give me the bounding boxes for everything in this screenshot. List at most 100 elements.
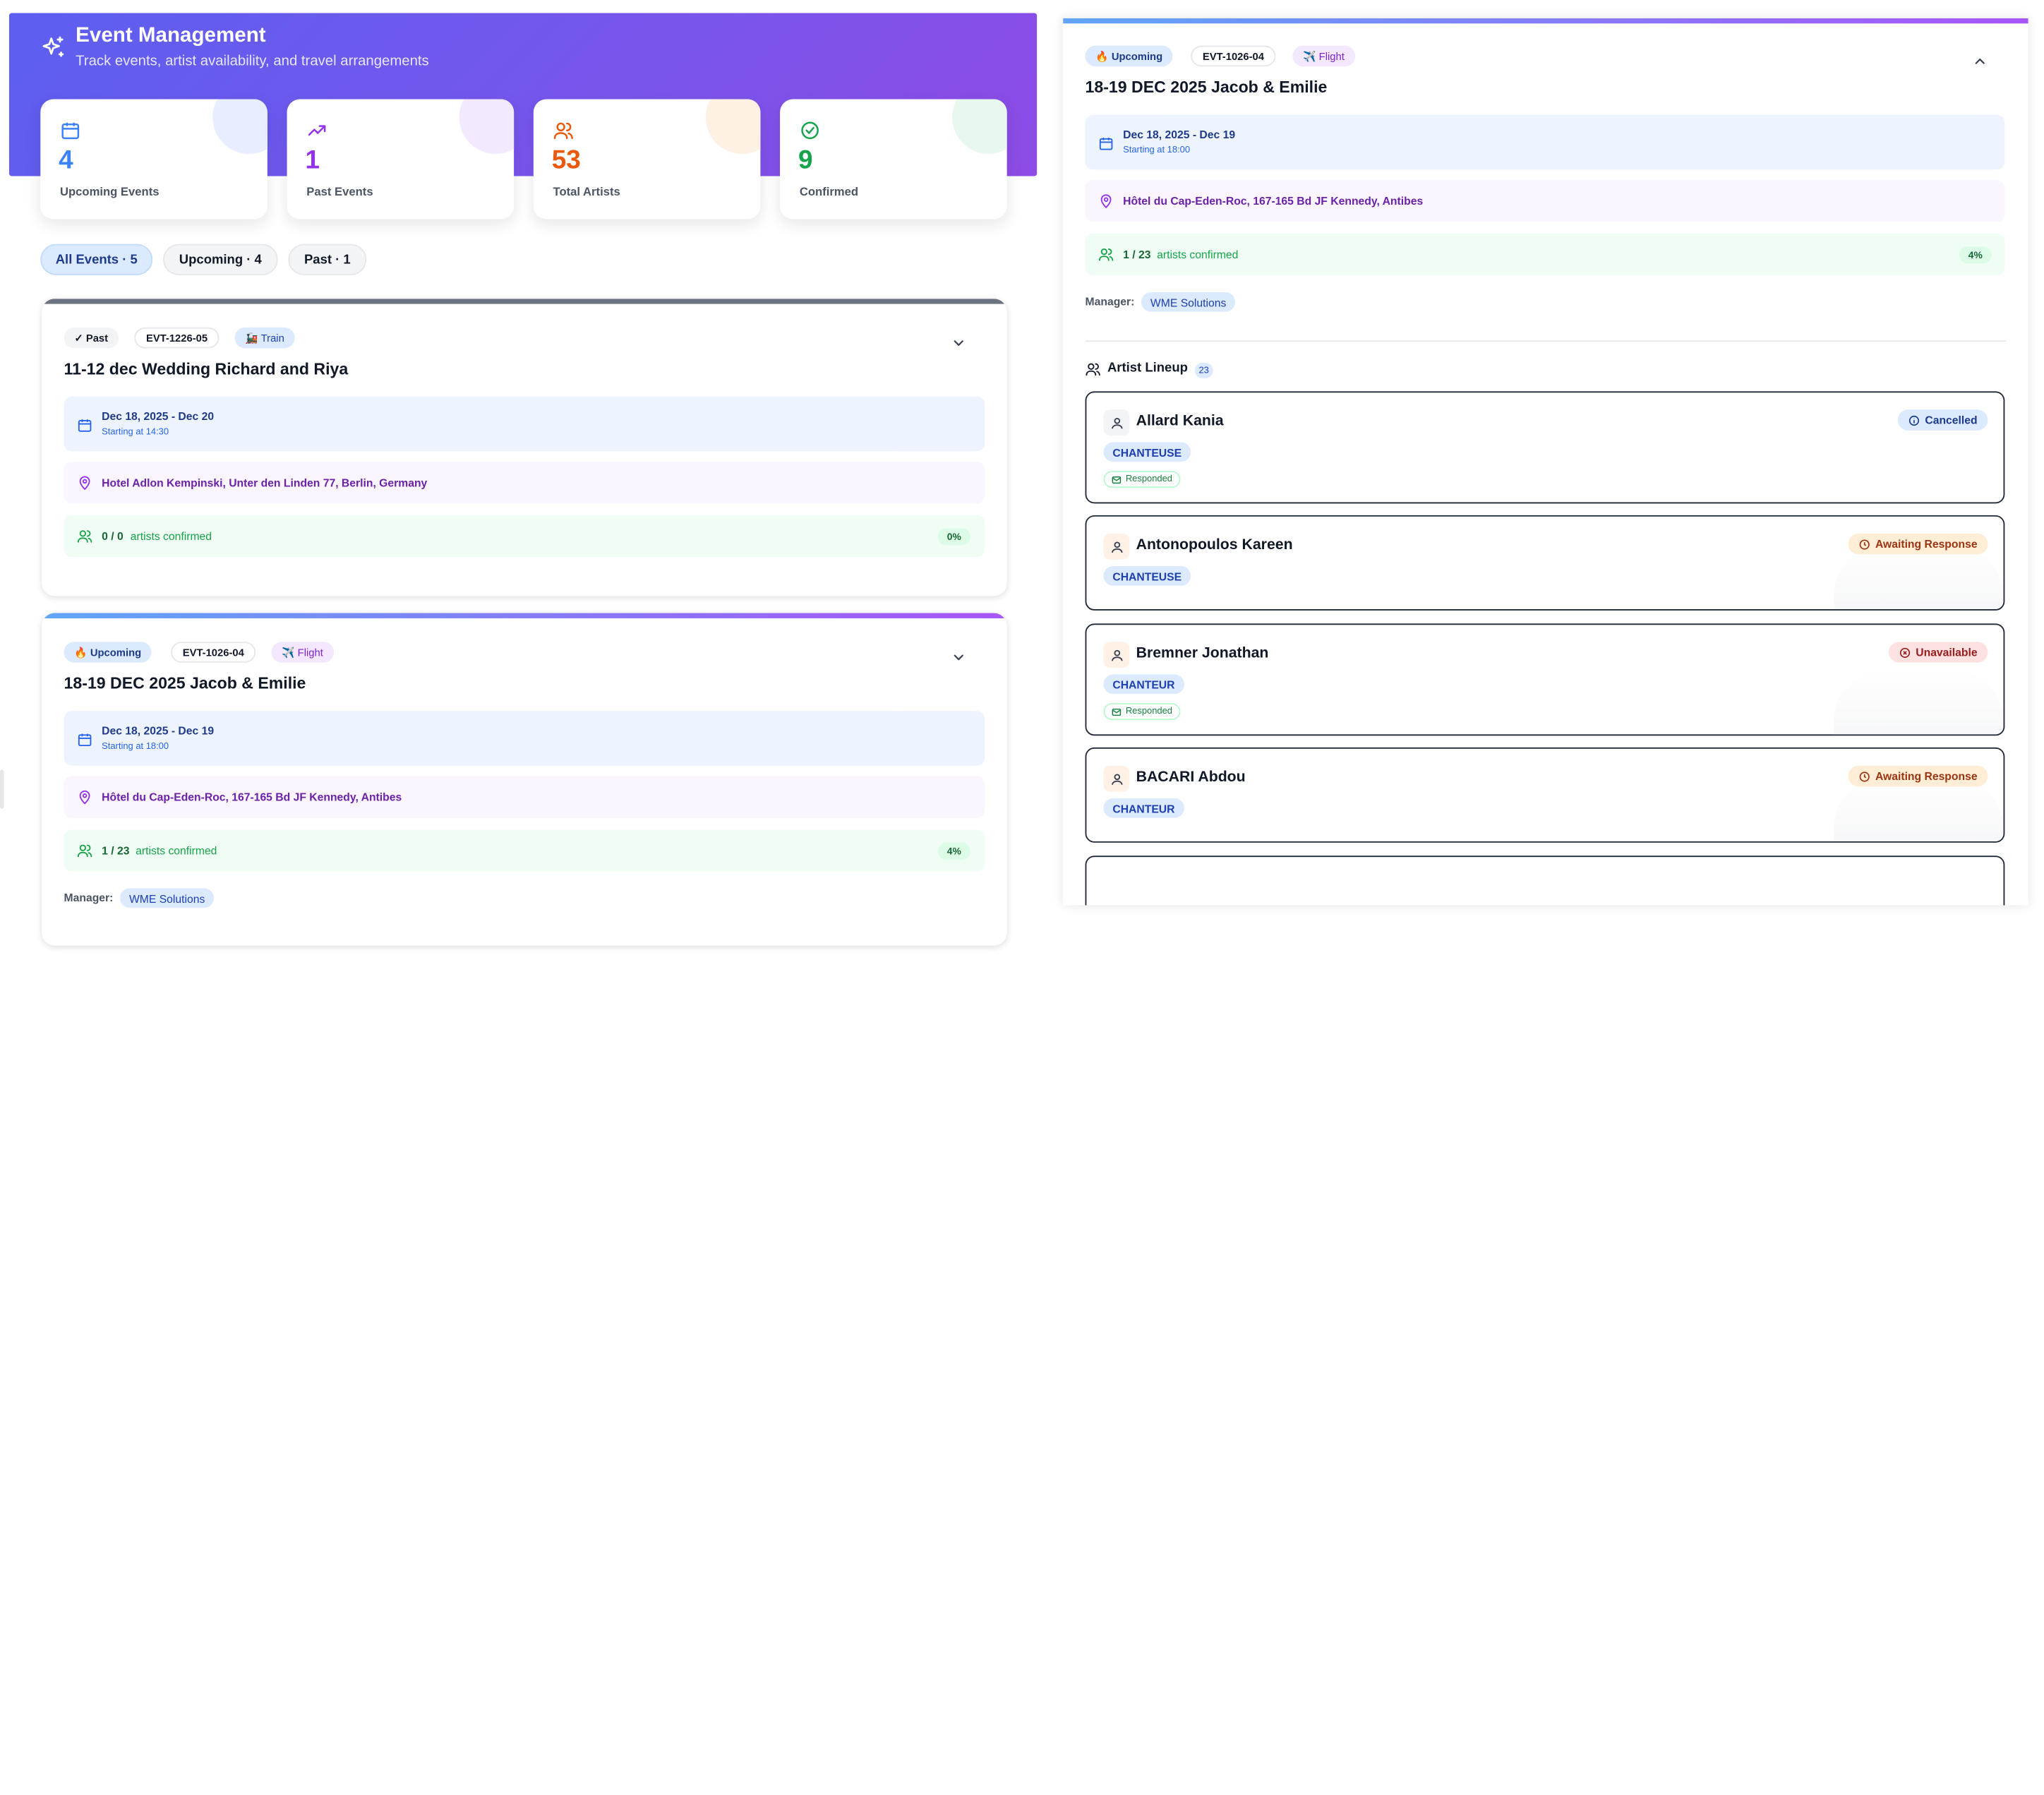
lineup-count-badge: 23 <box>1194 362 1213 378</box>
manager-chip[interactable]: WME Solutions <box>1141 292 1236 312</box>
decorative-circle <box>705 99 761 155</box>
date-row: Dec 18, 2025 - Dec 19 Starting at 18:00 <box>1085 114 2005 170</box>
event-title: 18-19 DEC 2025 Jacob & Emilie <box>1085 78 1328 97</box>
chevron-down-icon[interactable] <box>951 335 966 351</box>
filter-upcoming[interactable]: Upcoming · 4 <box>163 244 278 275</box>
status-badge-awaiting: Awaiting Response <box>1848 533 1988 555</box>
start-time: Starting at 18:00 <box>102 742 169 752</box>
artists-count: 0 / 0 <box>102 529 124 543</box>
artist-name: Bremner Jonathan <box>1136 645 1269 661</box>
filter-past[interactable]: Past · 1 <box>288 244 367 275</box>
calendar-icon <box>78 419 92 432</box>
event-code-badge: EVT-1226-05 <box>134 327 220 349</box>
role-badge: CHANTEUR <box>1103 798 1184 818</box>
section-divider <box>1085 340 2007 342</box>
card-accent-bar <box>42 613 1007 618</box>
location-text: Hotel Adlon Kempinski, Unter den Linden … <box>102 476 428 489</box>
stat-label: Upcoming Events <box>60 185 160 198</box>
artist-card-partial[interactable] <box>1085 856 2005 906</box>
user-icon <box>1111 541 1122 553</box>
responded-label: Responded <box>1125 474 1173 484</box>
page-title: Event Management <box>76 25 266 47</box>
map-pin-icon <box>1100 194 1112 209</box>
clock-icon <box>1859 771 1870 781</box>
responded-badge: Responded <box>1103 471 1181 488</box>
date-row: Dec 18, 2025 - Dec 19 Starting at 18:00 <box>64 711 985 766</box>
percent-badge: 4% <box>1959 246 1992 264</box>
artists-count: 1 / 23 <box>102 844 130 858</box>
status-badge: 🔥 Upcoming <box>1085 45 1173 67</box>
location-text: Hôtel du Cap-Eden-Roc, 167-165 Bd JF Ken… <box>1123 194 1424 208</box>
artist-card[interactable]: Antonopoulos Kareen CHANTEUSE Awaiting R… <box>1085 515 2005 611</box>
manager-chip[interactable]: WME Solutions <box>120 888 215 908</box>
stat-value: 1 <box>305 145 320 175</box>
trending-up-icon <box>308 125 326 136</box>
event-card-upcoming[interactable]: 🔥 Upcoming EVT-1026-04 ✈️ Flight 18-19 D… <box>42 613 1007 946</box>
status-label: Awaiting Response <box>1875 769 1978 783</box>
card-accent-bar <box>42 299 1007 304</box>
mail-icon <box>1112 708 1122 716</box>
location-row: Hotel Adlon Kempinski, Unter den Linden … <box>64 462 985 504</box>
status-label: Awaiting Response <box>1875 537 1978 551</box>
artists-count: 1 / 23 <box>1123 248 1151 261</box>
event-title: 18-19 DEC 2025 Jacob & Emilie <box>64 674 306 693</box>
page-subtitle: Track events, artist availability, and t… <box>76 53 429 69</box>
start-time: Starting at 14:30 <box>102 428 169 438</box>
artist-card[interactable]: Allard Kania CHANTEUSE Responded Cancell… <box>1085 391 2005 504</box>
filter-all-events[interactable]: All Events · 5 <box>40 244 153 275</box>
event-title: 11-12 dec Wedding Richard and Riya <box>64 360 349 378</box>
responded-badge: Responded <box>1103 703 1181 721</box>
decorative-shape <box>1834 669 2004 735</box>
stat-label: Confirmed <box>799 185 858 198</box>
status-badge: 🔥 Upcoming <box>64 642 152 663</box>
avatar <box>1103 765 1130 792</box>
percent-badge: 0% <box>937 528 970 546</box>
stat-label: Past Events <box>306 185 373 198</box>
avatar <box>1103 533 1130 560</box>
avatar <box>1103 642 1130 668</box>
stat-card-past: 1 Past Events <box>287 99 515 220</box>
location-row: Hôtel du Cap-Eden-Roc, 167-165 Bd JF Ken… <box>1085 180 2005 222</box>
artists-label: artists confirmed <box>136 844 217 858</box>
status-label: Unavailable <box>1916 645 1978 659</box>
users-icon <box>1086 363 1100 376</box>
users-icon <box>553 122 573 140</box>
decorative-circle <box>952 99 1007 155</box>
event-card-past[interactable]: ✓ Past EVT-1226-05 🚂 Train 11-12 dec Wed… <box>42 299 1007 596</box>
artists-row: 0 / 0 artists confirmed 0% <box>64 515 985 558</box>
chevron-up-icon[interactable] <box>1972 54 1988 69</box>
users-icon <box>77 530 92 543</box>
chevron-down-icon[interactable] <box>951 649 966 665</box>
artist-card[interactable]: BACARI Abdou CHANTEUR Awaiting Response <box>1085 747 2005 843</box>
role-badge: CHANTEUR <box>1103 674 1184 695</box>
calendar-icon <box>61 122 80 140</box>
decorative-circle <box>459 99 515 155</box>
users-icon <box>77 844 92 858</box>
avatar <box>1103 409 1130 436</box>
calendar-icon <box>1099 137 1113 150</box>
transport-badge: 🚂 Train <box>234 327 295 349</box>
user-icon <box>1111 649 1122 661</box>
role-badge: CHANTEUSE <box>1103 442 1191 462</box>
date-row: Dec 18, 2025 - Dec 20 Starting at 14:30 <box>64 396 985 452</box>
user-icon <box>1111 773 1122 784</box>
stat-label: Total Artists <box>553 185 620 198</box>
left-edge-fragment <box>0 769 4 809</box>
stat-card-upcoming: 4 Upcoming Events <box>40 99 267 220</box>
date-range: Dec 18, 2025 - Dec 19 <box>1123 128 1236 141</box>
stat-value: 9 <box>798 145 813 175</box>
artist-card[interactable]: Bremner Jonathan CHANTEUR Responded Unav… <box>1085 623 2005 736</box>
date-range: Dec 18, 2025 - Dec 19 <box>102 724 215 738</box>
sparkles-icon <box>42 36 64 57</box>
stat-value: 53 <box>551 145 581 175</box>
check-circle-icon <box>801 121 819 140</box>
x-circle-icon <box>1899 647 1910 658</box>
map-pin-icon <box>79 790 90 805</box>
calendar-icon <box>78 733 92 747</box>
artists-row: 1 / 23 artists confirmed 4% <box>64 829 985 872</box>
event-code-badge: EVT-1026-04 <box>171 642 256 663</box>
user-icon <box>1111 417 1122 428</box>
location-text: Hôtel du Cap-Eden-Roc, 167-165 Bd JF Ken… <box>102 790 402 804</box>
users-icon <box>1098 248 1114 261</box>
event-detail-panel: 🔥 Upcoming EVT-1026-04 ✈️ Flight 18-19 D… <box>1063 18 2028 906</box>
